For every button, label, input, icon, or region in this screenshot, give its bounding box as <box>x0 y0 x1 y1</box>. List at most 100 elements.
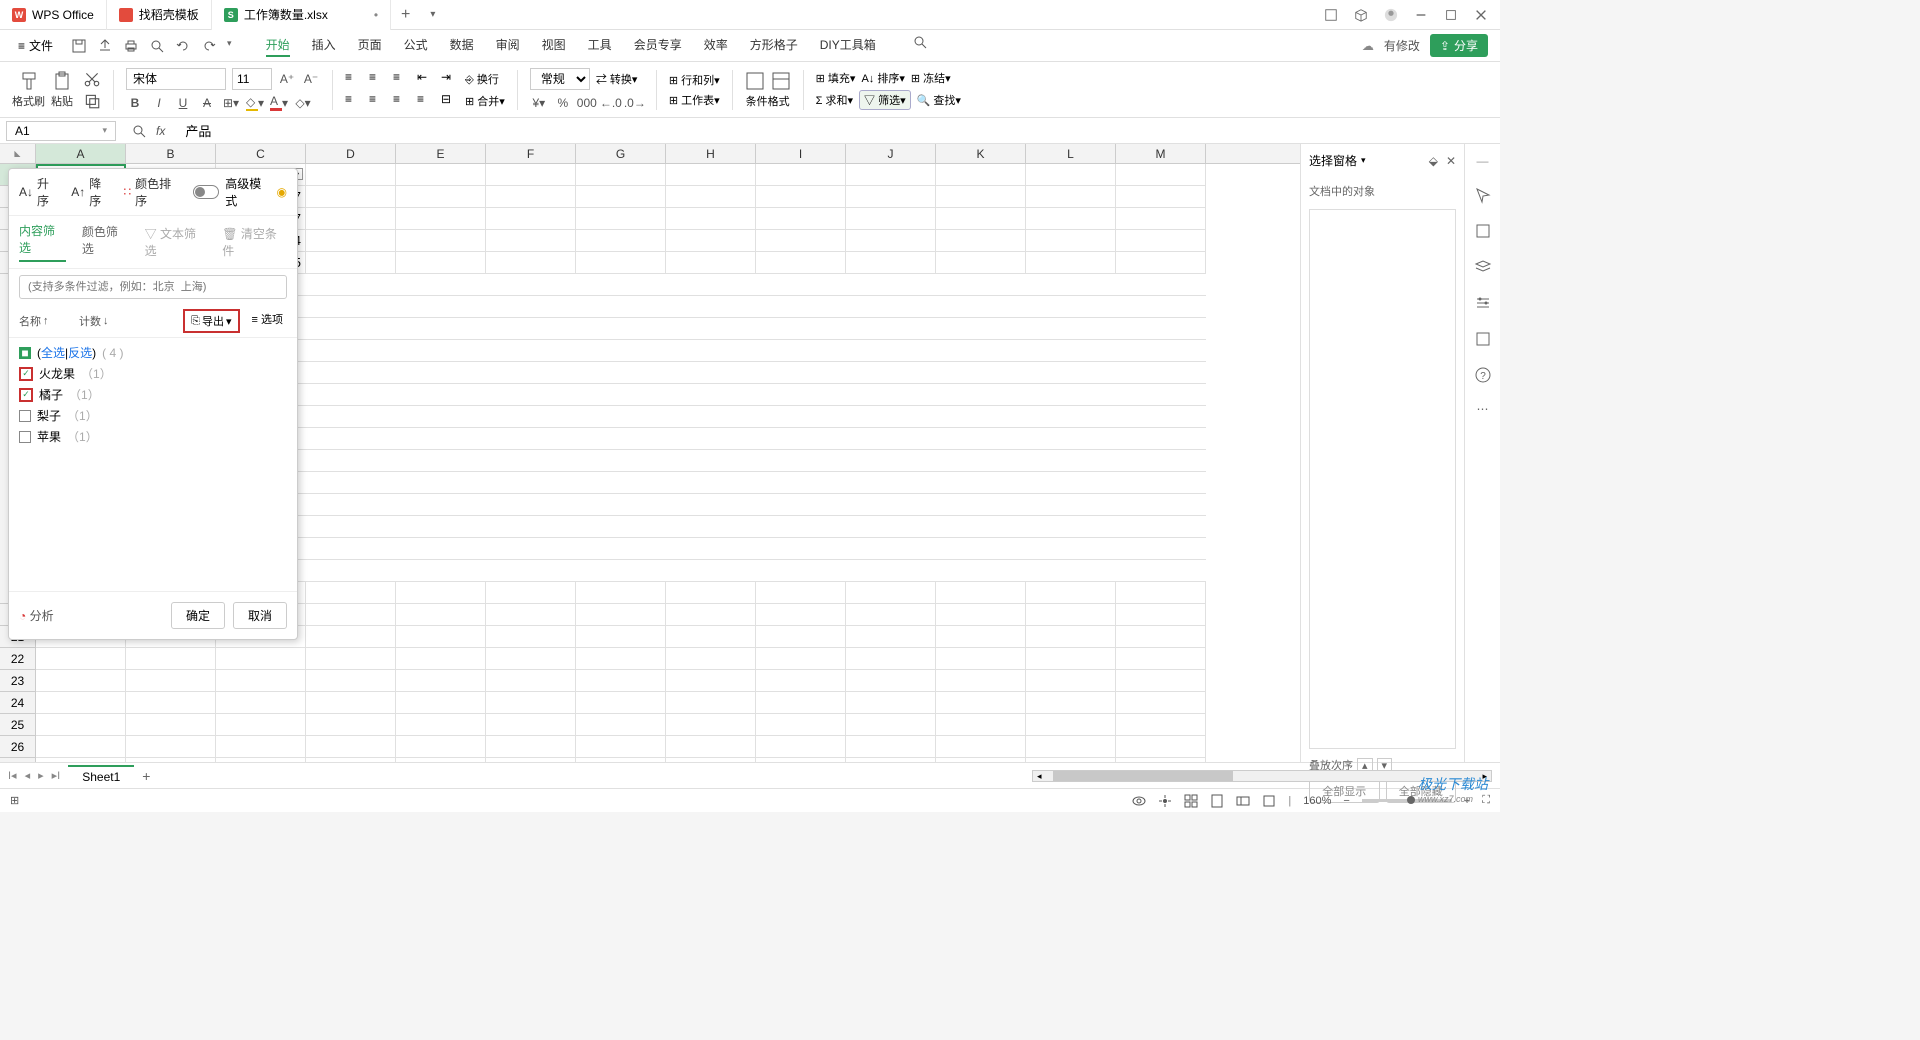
cell[interactable] <box>216 692 306 714</box>
italic-icon[interactable]: I <box>150 94 168 112</box>
grid-view-icon[interactable] <box>1184 794 1198 808</box>
preview-icon[interactable] <box>149 38 165 54</box>
cell[interactable] <box>396 582 486 604</box>
fill-button[interactable]: ⊞ 填充▾ <box>816 70 856 86</box>
wrap-button[interactable]: ⎆ 换行 <box>465 71 499 87</box>
close-icon[interactable] <box>1474 8 1488 22</box>
menu-formula[interactable]: 公式 <box>404 34 428 57</box>
cell[interactable] <box>306 186 396 208</box>
cell[interactable] <box>756 692 846 714</box>
filter-item[interactable]: ✓ 橘子 （1） <box>19 384 287 405</box>
col-header-c[interactable]: C <box>216 144 306 163</box>
cell[interactable] <box>936 208 1026 230</box>
col-header-a[interactable]: A <box>36 144 126 163</box>
scroll-thumb[interactable] <box>1053 771 1233 781</box>
cell[interactable] <box>396 230 486 252</box>
cell[interactable] <box>306 626 396 648</box>
checkbox-icon[interactable]: ■ <box>19 347 31 359</box>
layout-view-icon[interactable] <box>1236 794 1250 808</box>
percent-icon[interactable]: % <box>554 94 572 112</box>
cell[interactable] <box>576 736 666 758</box>
cell[interactable] <box>666 582 756 604</box>
cell[interactable] <box>1026 582 1116 604</box>
cell[interactable] <box>1026 714 1116 736</box>
cell[interactable] <box>396 648 486 670</box>
cell[interactable] <box>306 164 396 186</box>
tab-menu-button[interactable]: ▾ <box>420 9 445 20</box>
expand-icon[interactable] <box>132 124 146 138</box>
decimal-inc-icon[interactable]: ←.0 <box>602 94 620 112</box>
cell[interactable] <box>756 648 846 670</box>
cell[interactable] <box>486 252 576 274</box>
select-all-corner[interactable]: ◣ <box>0 144 36 163</box>
cell[interactable] <box>36 670 126 692</box>
menu-data[interactable]: 数据 <box>450 34 474 57</box>
text-filter-button[interactable]: ▽ 文本筛选 <box>145 225 207 259</box>
decrease-font-icon[interactable]: A⁻ <box>302 70 320 88</box>
cell[interactable] <box>846 252 936 274</box>
row-header[interactable]: 27 <box>0 758 36 762</box>
cell[interactable] <box>306 252 396 274</box>
maximize-icon[interactable] <box>1444 8 1458 22</box>
cell[interactable] <box>306 230 396 252</box>
cell[interactable] <box>756 230 846 252</box>
window-icon[interactable] <box>1324 8 1338 22</box>
sort-button[interactable]: A↓ 排序▾ <box>861 70 904 86</box>
pin-icon[interactable]: ⬙ <box>1429 154 1438 168</box>
cell[interactable] <box>936 692 1026 714</box>
cell[interactable] <box>36 736 126 758</box>
cell[interactable] <box>486 604 576 626</box>
menu-tools[interactable]: 工具 <box>588 34 612 57</box>
cell[interactable] <box>666 208 756 230</box>
cell[interactable] <box>846 186 936 208</box>
cell[interactable] <box>576 714 666 736</box>
last-sheet-icon[interactable]: ▸I <box>52 769 61 782</box>
cell[interactable] <box>306 604 396 626</box>
rowcol-button[interactable]: ⊞ 行和列▾ <box>669 72 720 88</box>
cell[interactable] <box>756 186 846 208</box>
checkbox-icon[interactable]: ✓ <box>19 367 33 381</box>
cell[interactable] <box>1116 758 1206 762</box>
menu-page[interactable]: 页面 <box>358 34 382 57</box>
options-button[interactable]: ≡ 选项 <box>248 309 287 333</box>
cell[interactable] <box>1116 164 1206 186</box>
menu-home[interactable]: 开始 <box>266 34 290 57</box>
cell[interactable] <box>126 670 216 692</box>
distribute-icon[interactable]: ⊟ <box>441 92 459 110</box>
cell[interactable] <box>576 692 666 714</box>
cell[interactable] <box>1116 648 1206 670</box>
cell[interactable] <box>1026 208 1116 230</box>
tab-workbook[interactable]: S 工作簿数量.xlsx • <box>212 0 391 30</box>
cell[interactable] <box>576 186 666 208</box>
cell[interactable] <box>36 758 126 762</box>
select-all-link[interactable]: 全选 <box>41 346 65 360</box>
font-color-icon[interactable]: A▾ <box>270 94 288 112</box>
col-header-h[interactable]: H <box>666 144 756 163</box>
col-header-k[interactable]: K <box>936 144 1026 163</box>
menu-member[interactable]: 会员专享 <box>634 34 682 57</box>
cell[interactable] <box>576 758 666 762</box>
menu-review[interactable]: 审阅 <box>496 34 520 57</box>
fx-label[interactable]: fx <box>156 124 165 138</box>
align-top-icon[interactable]: ≡ <box>345 70 363 88</box>
next-sheet-icon[interactable]: ▸ <box>38 769 44 782</box>
cell[interactable] <box>126 736 216 758</box>
cell[interactable] <box>756 252 846 274</box>
cell[interactable] <box>576 582 666 604</box>
undo-icon[interactable] <box>175 38 191 54</box>
cell[interactable] <box>1026 252 1116 274</box>
share-button[interactable]: ⇪ 分享 <box>1430 34 1488 57</box>
dropdown-icon[interactable]: ▾ <box>1361 155 1366 166</box>
copy-icon[interactable] <box>83 92 101 110</box>
cell[interactable] <box>1116 252 1206 274</box>
cell[interactable] <box>936 582 1026 604</box>
modify-label[interactable]: 有修改 <box>1384 37 1420 54</box>
cell[interactable] <box>936 252 1026 274</box>
export-button[interactable]: ⎘ 导出 ▾ <box>183 309 239 333</box>
avatar-icon[interactable] <box>1384 8 1398 22</box>
cell[interactable] <box>756 670 846 692</box>
cell[interactable] <box>1026 692 1116 714</box>
cell[interactable] <box>1116 208 1206 230</box>
worksheet-button[interactable]: ⊞ 工作表▾ <box>669 92 720 108</box>
sort-desc-button[interactable]: A↑降序 <box>71 175 111 209</box>
